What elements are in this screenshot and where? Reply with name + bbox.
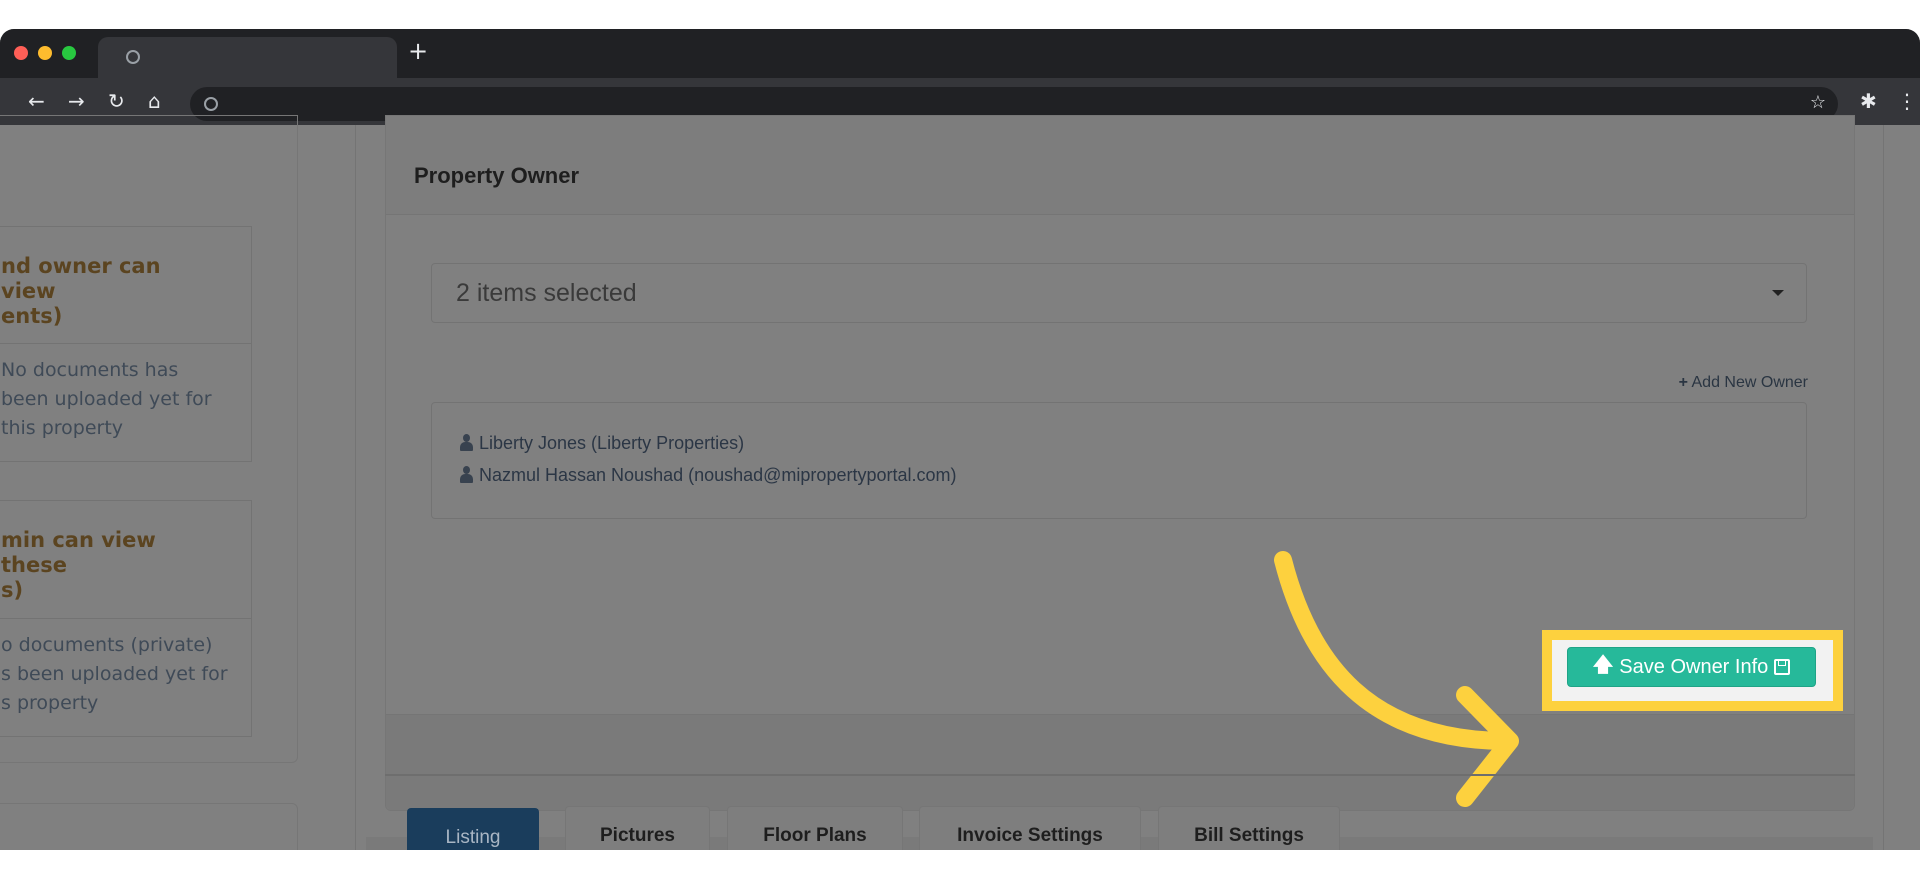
panel-header: Property Owner: [386, 116, 1854, 215]
user-icon: [460, 434, 473, 451]
globe-icon: [204, 97, 218, 111]
column-divider: [355, 125, 356, 850]
owner-name: Liberty Jones (Liberty Properties): [479, 433, 745, 453]
heading-line: nd owner can view: [1, 254, 161, 303]
owner-list: Liberty Jones (Liberty Properties) Nazmu…: [431, 402, 1807, 519]
highlight-box: 🡅 Save Owner Info: [1542, 630, 1843, 711]
heading-line: min can view these: [1, 528, 156, 577]
extensions-icon[interactable]: ✱: [1860, 89, 1877, 113]
owner-item: Nazmul Hassan Noushad (noushad@mipropert…: [460, 465, 956, 486]
body-line: s been uploaded yet for: [1, 663, 228, 685]
menu-icon[interactable]: ⋮: [1897, 89, 1917, 113]
user-icon: [460, 466, 473, 483]
tab-floor-plans[interactable]: Floor Plans: [727, 806, 903, 850]
forward-icon[interactable]: →: [68, 89, 85, 113]
tab-listing[interactable]: Listing: [407, 808, 539, 850]
star-icon[interactable]: ☆: [1810, 92, 1826, 113]
add-new-owner-link[interactable]: + Add New Owner: [1679, 374, 1808, 392]
pointer-arrow-icon: [1274, 551, 1519, 807]
close-window-button[interactable]: [14, 46, 28, 60]
maximize-window-button[interactable]: [62, 46, 76, 60]
body-line: this property: [1, 417, 124, 439]
globe-icon: [126, 50, 140, 64]
add-new-owner-label: Add New Owner: [1691, 374, 1809, 391]
back-icon[interactable]: ←: [28, 89, 45, 113]
select-value: 2 items selected: [456, 279, 637, 307]
owner-item: Liberty Jones (Liberty Properties): [460, 433, 744, 454]
tab-bar: +: [0, 29, 1920, 78]
body-line: s property: [1, 692, 99, 714]
save-owner-info-button[interactable]: 🡅 Save Owner Info: [1567, 647, 1816, 687]
private-documents-box: min can view these s) o documents (priva…: [0, 500, 252, 737]
owner-name: Nazmul Hassan Noushad (noushad@mipropert…: [479, 465, 957, 485]
arrow-up-icon: 🡅: [1592, 654, 1614, 676]
panel-footer: [386, 714, 1854, 810]
heading-line: s): [1, 578, 24, 602]
side-panel: [0, 803, 298, 850]
public-documents-box: nd owner can view ents) No documents has…: [0, 226, 252, 462]
browser-window: + ← → ↻ ⌂ ☆ ✱ ⋮ nd owner can view ents) …: [0, 29, 1920, 850]
page-content: nd owner can view ents) No documents has…: [0, 115, 1920, 850]
tab-pictures[interactable]: Pictures: [565, 806, 710, 850]
minimize-window-button[interactable]: [38, 46, 52, 60]
column-divider: [1883, 125, 1884, 850]
new-tab-button[interactable]: +: [408, 37, 428, 65]
body-line: No documents has: [1, 359, 179, 381]
browser-tab[interactable]: [98, 37, 397, 78]
owner-select[interactable]: 2 items selected: [431, 263, 1807, 323]
box-heading: min can view these s): [0, 501, 251, 618]
floppy-disk-icon: [1774, 659, 1791, 675]
tab-bill-settings[interactable]: Bill Settings: [1158, 806, 1340, 850]
body-line: been uploaded yet for: [1, 388, 212, 410]
box-heading: nd owner can view ents): [0, 227, 251, 343]
box-body: o documents (private) s been uploaded ye…: [0, 618, 251, 736]
box-body: No documents has been uploaded yet for t…: [0, 343, 251, 461]
reload-icon[interactable]: ↻: [108, 89, 125, 113]
plus-icon: +: [1678, 374, 1688, 391]
body-line: o documents (private): [1, 634, 213, 656]
save-button-label: Save Owner Info: [1619, 655, 1769, 678]
caret-down-icon: [1772, 290, 1784, 296]
panel-title: Property Owner: [414, 163, 580, 188]
heading-line: ents): [1, 304, 63, 328]
divider: [385, 774, 1855, 776]
home-icon[interactable]: ⌂: [148, 89, 161, 113]
tab-invoice-settings[interactable]: Invoice Settings: [919, 806, 1141, 850]
